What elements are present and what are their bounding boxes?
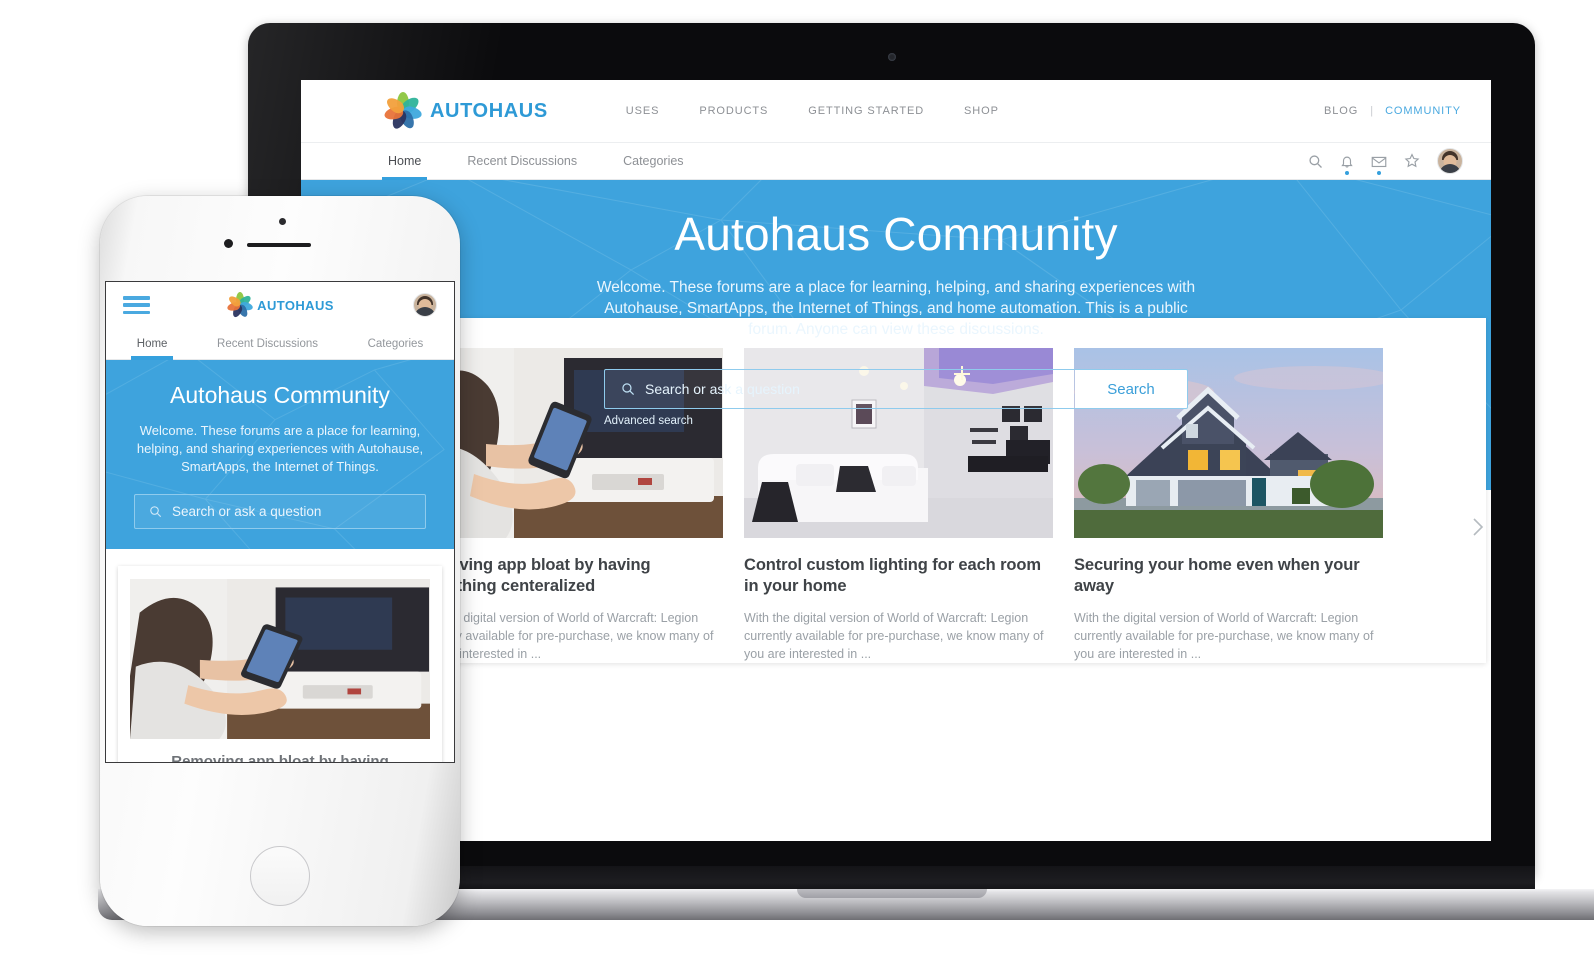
forum-subnav: Home Recent Discussions Categories	[301, 142, 1491, 180]
tab-home[interactable]: Home	[381, 143, 428, 180]
mobile-featured-card[interactable]: Removing app bloat by having	[118, 566, 442, 763]
phone-home-button[interactable]	[250, 846, 310, 906]
bell-icon[interactable]	[1340, 154, 1354, 169]
search-icon	[149, 505, 162, 518]
carousel-next-button[interactable]	[1468, 514, 1488, 545]
nav-separator: |	[1370, 105, 1374, 117]
phone-proximity-sensor-icon	[279, 218, 286, 225]
subnav-icon-group	[1308, 143, 1491, 179]
secondary-nav: BLOG | COMMUNITY	[1324, 105, 1461, 117]
card-excerpt: With the digital version of World of War…	[1074, 611, 1374, 661]
envelope-icon[interactable]	[1371, 154, 1387, 169]
nav-item-uses[interactable]: USES	[626, 105, 660, 117]
screenshot-root: AUTOHAUS USES PRODUCTS GETTING STARTED S…	[0, 0, 1594, 974]
star-icon[interactable]	[1404, 153, 1420, 169]
mobile-tab-home[interactable]: Home	[130, 328, 174, 360]
search-icon[interactable]	[1308, 154, 1323, 169]
hero-description: Welcome. These forums are a place for le…	[596, 279, 1196, 338]
nav-item-products[interactable]: PRODUCTS	[699, 105, 768, 117]
card-title: Securing your home even when your away	[1074, 556, 1360, 595]
primary-nav: USES PRODUCTS GETTING STARTED SHOP	[626, 105, 999, 117]
search-input[interactable]: Search or ask a question	[605, 370, 1075, 408]
card-title: Control custom lighting for each room in…	[744, 556, 1041, 595]
tab-categories[interactable]: Categories	[621, 143, 685, 179]
search-placeholder: Search or ask a question	[645, 381, 800, 397]
mobile-hero: Autohaus Community Welcome. These forums…	[106, 360, 454, 549]
search-icon	[621, 382, 635, 396]
card-excerpt: With the digital version of World of War…	[744, 611, 1044, 661]
mobile-search-placeholder: Search or ask a question	[172, 504, 322, 519]
autohaus-flower-logo-icon	[382, 92, 423, 131]
autohaus-flower-logo-icon	[226, 292, 254, 319]
card-title: Removing app bloat by having everything …	[414, 556, 651, 595]
nav-item-shop[interactable]: SHOP	[964, 105, 999, 117]
hero-search-bar: Search or ask a question Search	[604, 369, 1188, 409]
card-excerpt: With the digital version of World of War…	[414, 611, 714, 661]
laptop-screen: AUTOHAUS USES PRODUCTS GETTING STARTED S…	[301, 80, 1491, 841]
mobile-card-image	[130, 579, 430, 739]
avatar[interactable]	[1437, 148, 1463, 174]
nav-item-getting-started[interactable]: GETTING STARTED	[808, 105, 924, 117]
mobile-search-input[interactable]: Search or ask a question	[134, 494, 426, 529]
page-title: Autohaus Community	[674, 208, 1118, 260]
content-band: Removing app bloat by having everything …	[301, 318, 1491, 760]
nav-item-community[interactable]: COMMUNITY	[1385, 105, 1461, 117]
mobile-page-title: Autohaus Community	[170, 382, 390, 408]
site-header: AUTOHAUS USES PRODUCTS GETTING STARTED S…	[301, 80, 1491, 142]
brand-name: AUTOHAUS	[430, 99, 548, 122]
avatar-body	[1439, 164, 1461, 173]
hamburger-icon[interactable]	[123, 296, 150, 314]
brand-logo[interactable]: AUTOHAUS	[382, 92, 548, 131]
tab-recent-discussions[interactable]: Recent Discussions	[465, 143, 579, 179]
laptop-webcam-icon	[887, 53, 896, 61]
mobile-hero-description: Welcome. These forums are a place for le…	[136, 423, 424, 474]
search-button[interactable]: Search	[1075, 370, 1187, 408]
phone-camera-icon	[224, 239, 233, 248]
advanced-search-link[interactable]: Advanced search	[604, 415, 1188, 427]
mobile-card-title: Removing app bloat by having	[171, 753, 389, 763]
nav-item-blog[interactable]: BLOG	[1324, 105, 1358, 117]
